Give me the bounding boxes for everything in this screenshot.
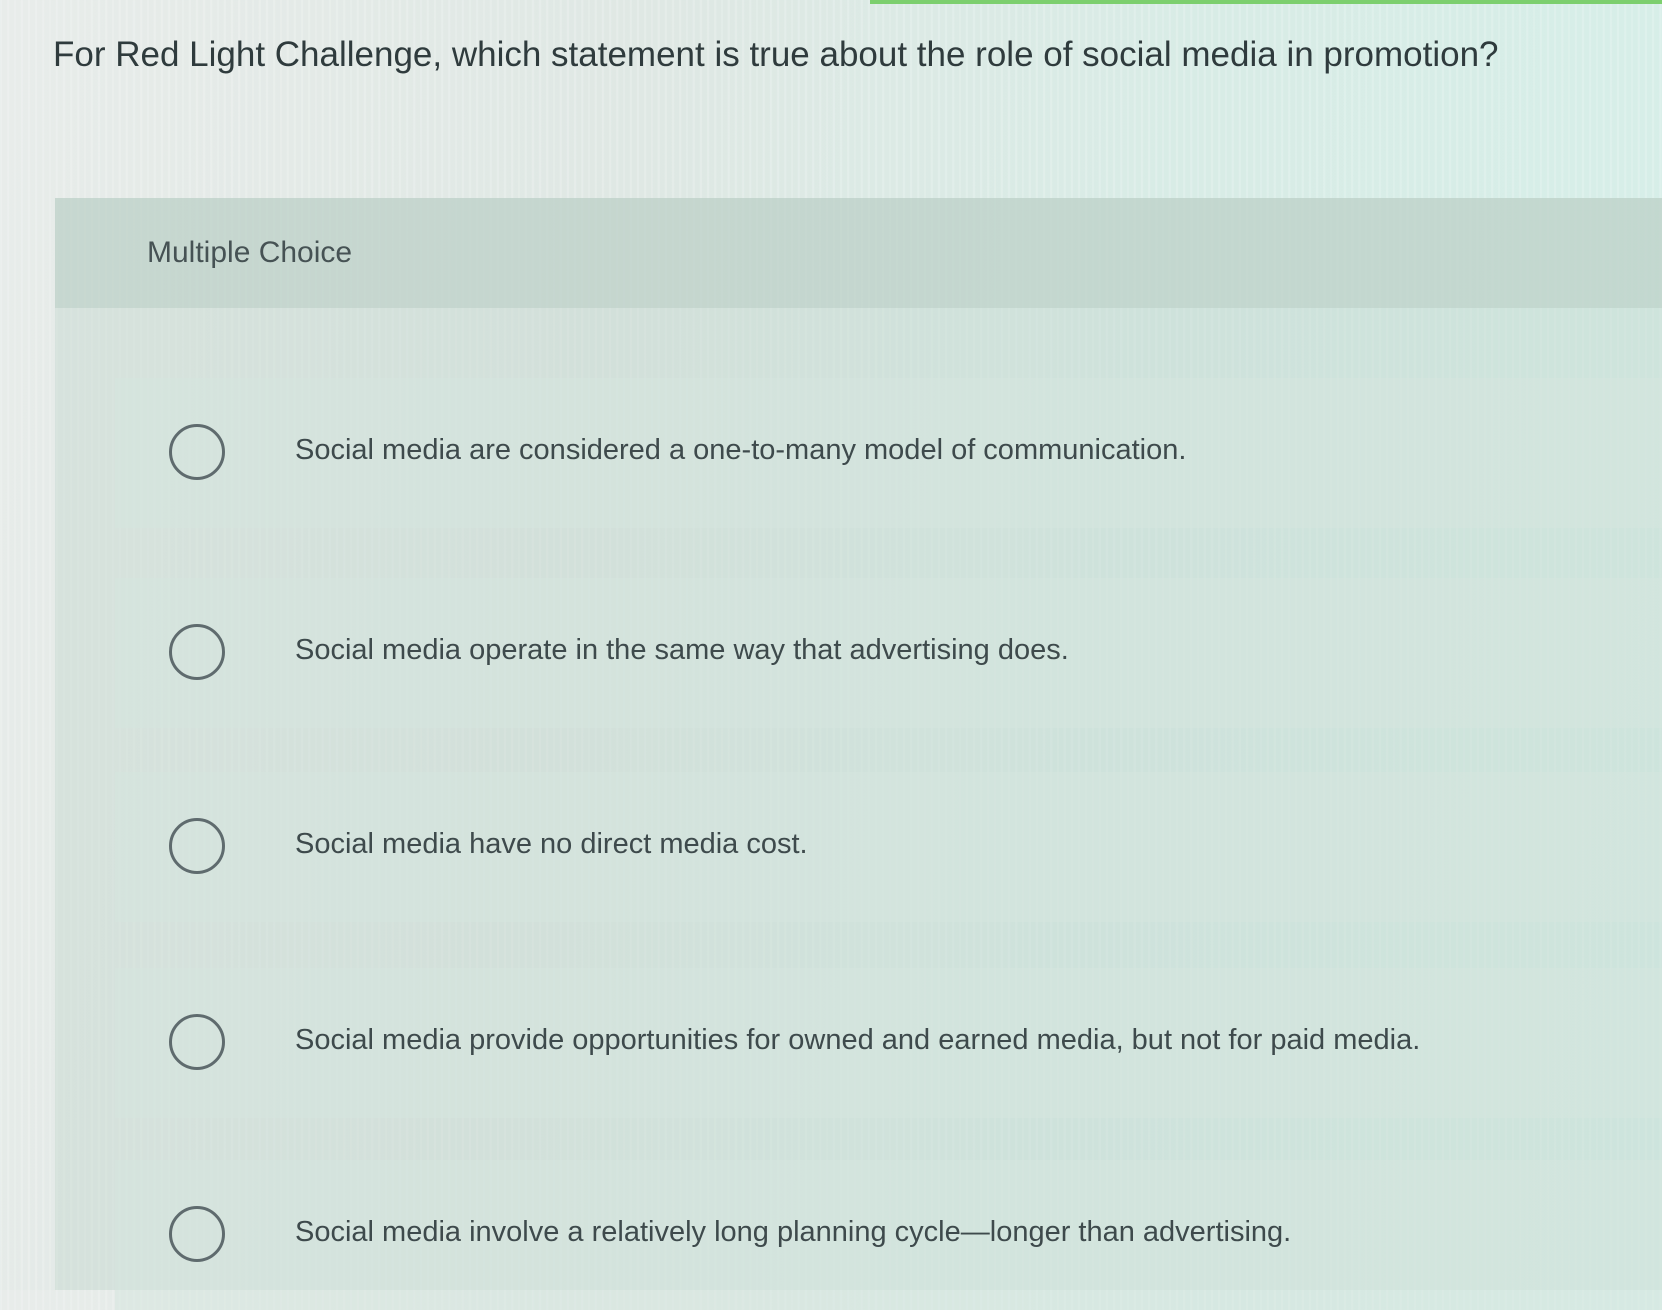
radio-button-4[interactable] — [169, 1014, 225, 1070]
radio-button-1[interactable] — [169, 424, 225, 480]
option-1[interactable]: Social media are considered a one-to-man… — [115, 378, 1662, 528]
radio-button-5[interactable] — [169, 1206, 225, 1262]
question-text: For Red Light Challenge, which statement… — [53, 35, 1499, 74]
top-accent-bar — [870, 0, 1662, 4]
option-label-2: Social media operate in the same way tha… — [295, 634, 1069, 666]
option-label-3: Social media have no direct media cost. — [295, 828, 808, 860]
radio-button-3[interactable] — [169, 818, 225, 874]
option-label-1: Social media are considered a one-to-man… — [295, 434, 1187, 466]
panel-title: Multiple Choice — [147, 236, 353, 269]
multiple-choice-panel: Multiple Choice Social media are conside… — [55, 198, 1662, 1310]
option-2[interactable]: Social media operate in the same way tha… — [115, 578, 1662, 728]
option-label-4: Social media provide opportunities for o… — [295, 1024, 1421, 1056]
option-3[interactable]: Social media have no direct media cost. — [115, 772, 1662, 922]
option-4[interactable]: Social media provide opportunities for o… — [115, 968, 1662, 1118]
radio-button-2[interactable] — [169, 624, 225, 680]
option-label-5: Social media involve a relatively long p… — [295, 1216, 1292, 1248]
panel-header: Multiple Choice — [55, 198, 1662, 308]
option-5[interactable]: Social media involve a relatively long p… — [115, 1160, 1662, 1310]
